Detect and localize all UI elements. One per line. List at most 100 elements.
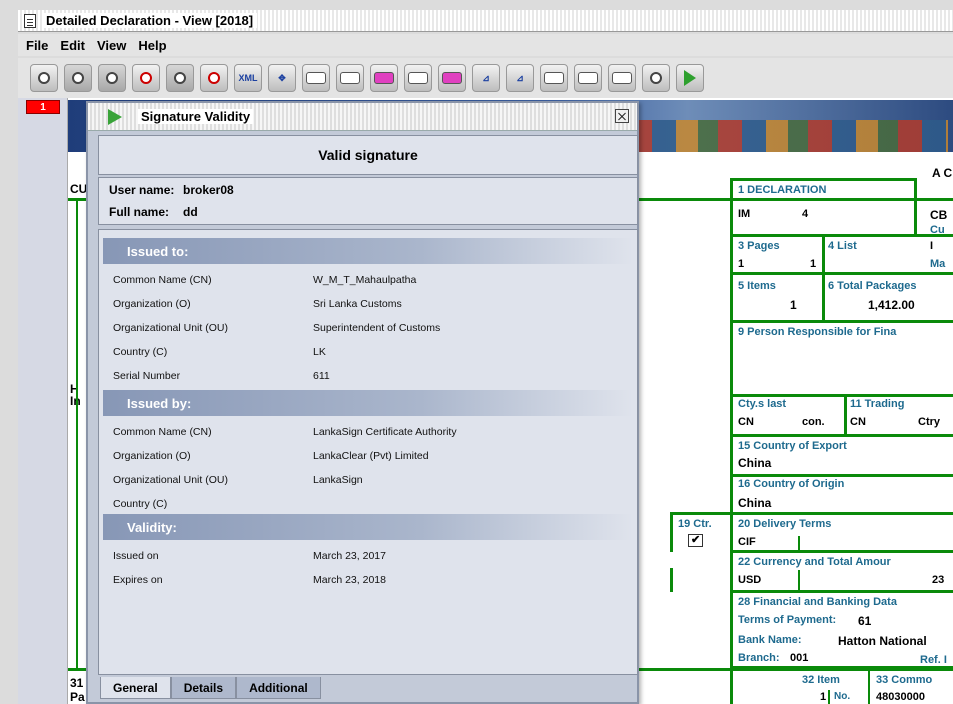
form-line (798, 536, 800, 552)
expires-on-label: Expires on (113, 574, 163, 586)
pages-1b: 1 (810, 258, 817, 270)
magnifier-icon (38, 72, 50, 84)
no-label: No. (834, 691, 851, 702)
containers-image (628, 120, 948, 152)
commo-label: 33 Commo (876, 674, 933, 686)
form-header-ac: A C (932, 166, 953, 180)
branch-label: Branch: (738, 652, 780, 664)
menu-edit[interactable]: Edit (60, 38, 85, 53)
printer-icon (340, 72, 360, 84)
printer-pink-icon (442, 72, 462, 84)
printer-icon (578, 72, 598, 84)
magnifier-icon (72, 72, 84, 84)
print-button-4[interactable] (404, 64, 432, 92)
ctr-checkbox[interactable]: ✔ (688, 534, 704, 547)
view-button-5[interactable] (200, 64, 228, 92)
country-export-value: China (738, 456, 772, 470)
serial-number-value: 611 (313, 370, 330, 382)
bank-name-label: Bank Name: (738, 634, 802, 646)
issued-on-value: March 23, 2017 (313, 550, 386, 562)
declaration-label: 1 DECLARATION (738, 184, 827, 196)
chart-button-1[interactable]: ⊿ (472, 64, 500, 92)
form-header-cu: CU (70, 182, 88, 196)
page-navigator: 1 (18, 98, 68, 704)
financial-label: 28 Financial and Banking Data (738, 596, 897, 608)
print-button-8[interactable] (608, 64, 636, 92)
play-icon (684, 70, 696, 86)
expand-button[interactable]: ✥ (268, 64, 296, 92)
search-button[interactable] (642, 64, 670, 92)
issued-to-header: Issued to: (103, 238, 633, 264)
tab-details[interactable]: Details (170, 677, 237, 699)
items-label: 5 Items (738, 280, 776, 292)
tab-general[interactable]: General (100, 677, 171, 699)
form-line (822, 234, 825, 320)
issued-to-o-value: Sri Lanka Customs (313, 298, 402, 310)
terms-payment-value: 61 (858, 614, 872, 628)
pages-1a: 1 (738, 258, 745, 270)
app-window: Detailed Declaration - View [2018] File … (0, 0, 953, 704)
print-button-2[interactable] (336, 64, 364, 92)
issued-to-cn-value: W_M_T_Mahaulpatha (313, 274, 417, 286)
decl-4: 4 (802, 208, 809, 220)
print-button-3[interactable] (370, 64, 398, 92)
play-button[interactable] (676, 64, 704, 92)
full-name-row: Full name: dd (109, 205, 198, 219)
close-icon[interactable] (615, 109, 629, 123)
form-line (914, 178, 917, 234)
decl-i: I (930, 240, 934, 252)
form-line (730, 474, 953, 477)
document-icon (24, 13, 36, 28)
print-button-7[interactable] (574, 64, 602, 92)
ctry-label: Ctry (918, 416, 941, 428)
view-button-4[interactable] (166, 64, 194, 92)
ctys-last-label: Cty.s last (738, 398, 787, 410)
menu-file[interactable]: File (26, 38, 48, 53)
toolbar: XML ✥ ⊿ ⊿ (18, 58, 953, 98)
issued-by-cn-value: LankaSign Certificate Authority (313, 426, 457, 438)
view-button-2[interactable] (98, 64, 126, 92)
user-info: User name: broker08 Full name: dd (98, 177, 638, 225)
serial-number-label: Serial Number (113, 370, 181, 382)
menu-help[interactable]: Help (138, 38, 166, 53)
issued-to-o-label: Organization (O) (113, 298, 191, 310)
bank-name-value: Hatton National (838, 634, 927, 648)
print-button-1[interactable] (302, 64, 330, 92)
view-button-3[interactable] (132, 64, 160, 92)
form-line (730, 666, 953, 669)
form-line (730, 178, 733, 704)
tab-additional[interactable]: Additional (236, 677, 321, 699)
magnifier-icon (106, 72, 118, 84)
dialog-title-bar[interactable]: Signature Validity (88, 103, 637, 131)
title-bar[interactable]: Detailed Declaration - View [2018] (18, 10, 953, 32)
expires-on-value: March 23, 2018 (313, 574, 386, 586)
chart-icon: ⊿ (516, 72, 524, 83)
zoom-button[interactable] (30, 64, 58, 92)
form-line (670, 568, 673, 592)
page-badge[interactable]: 1 (26, 100, 60, 114)
issued-to-cn-label: Common Name (CN) (113, 274, 212, 286)
user-name-label: User name: (109, 183, 175, 197)
printer-icon (306, 72, 326, 84)
print-button-5[interactable] (438, 64, 466, 92)
issued-by-ou-label: Organizational Unit (OU) (113, 474, 228, 486)
view-button-1[interactable] (64, 64, 92, 92)
issued-to-ou-label: Organizational Unit (OU) (113, 322, 228, 334)
decl-im: IM (738, 208, 751, 220)
window-title: Detailed Declaration - View [2018] (42, 13, 258, 28)
print-button-6[interactable] (540, 64, 568, 92)
currency-value: USD (738, 574, 762, 586)
form-left-pa: Pa (70, 690, 85, 704)
trading-label: 11 Trading (850, 398, 905, 410)
menu-view[interactable]: View (97, 38, 126, 53)
ref-label: Ref. I (920, 654, 947, 666)
form-line (730, 550, 953, 553)
chart-button-2[interactable]: ⊿ (506, 64, 534, 92)
printer-icon (612, 72, 632, 84)
expand-arrows-icon: ✥ (278, 72, 286, 83)
item-label: 32 Item (802, 674, 840, 686)
form-line (828, 690, 830, 704)
signature-validity-dialog: Signature Validity Valid signature User … (86, 101, 639, 704)
form-line (76, 201, 78, 671)
xml-button[interactable]: XML (234, 64, 262, 92)
